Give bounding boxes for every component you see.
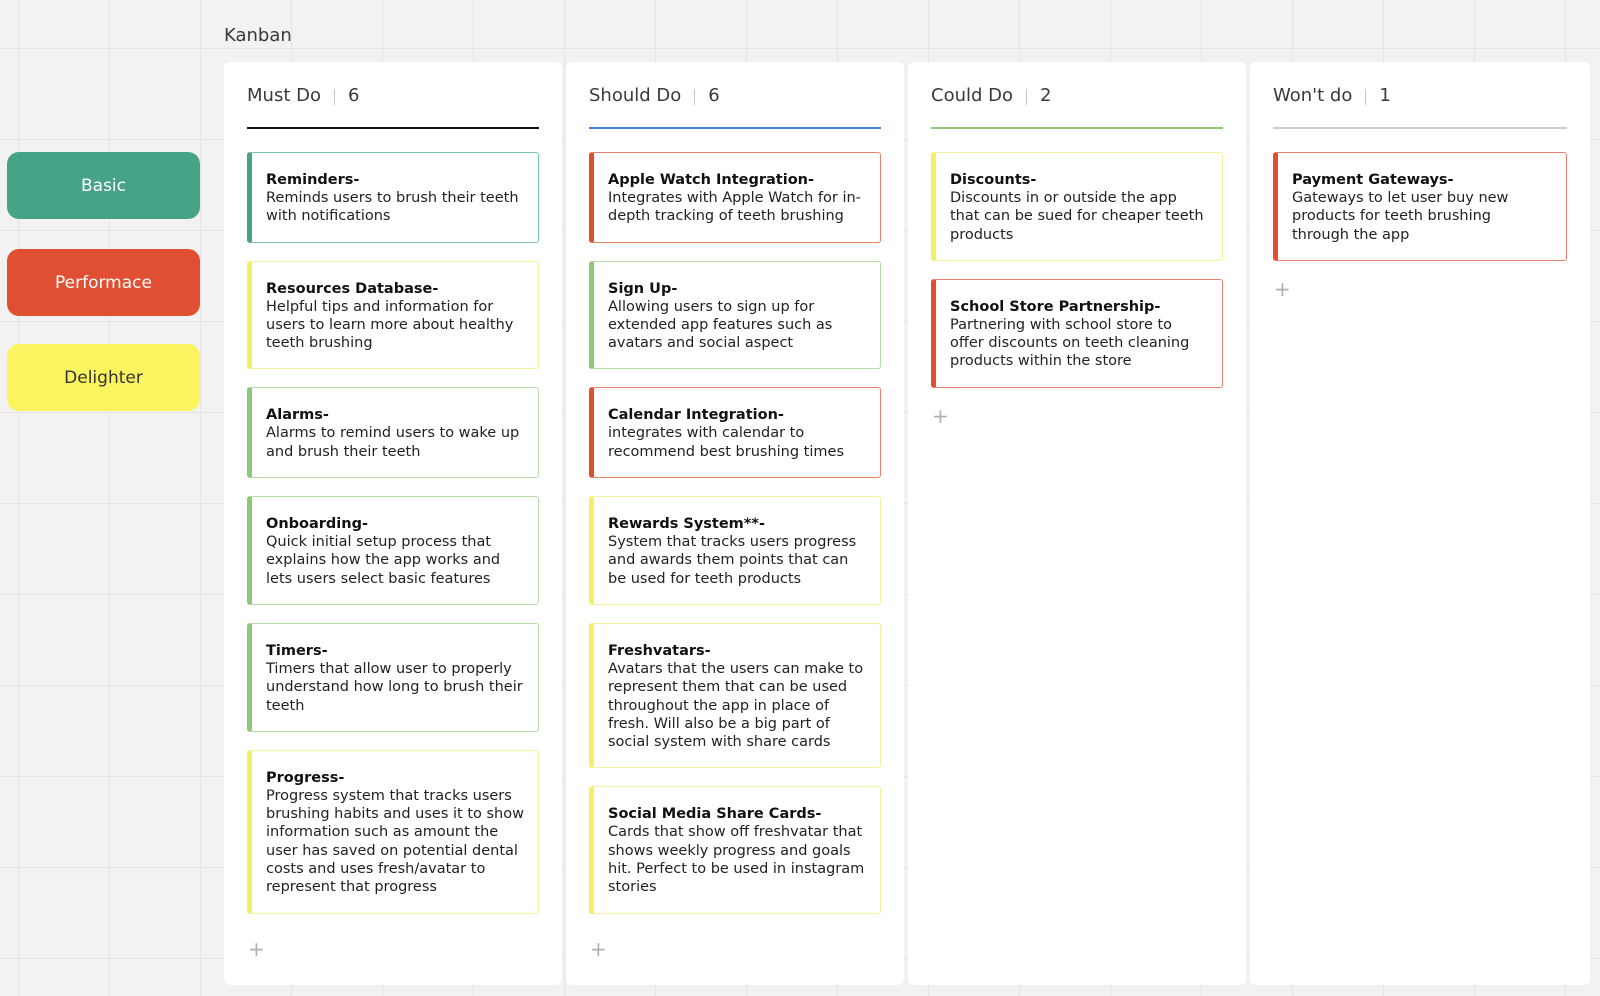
column-won-t-do: Won't do 1 Payment Gateways- Gateways to le… (1250, 62, 1590, 985)
add-card-icon[interactable]: + (248, 939, 265, 959)
kanban-card[interactable]: Rewards System**- System that tracks user… (589, 496, 881, 605)
card-description: Gateways to let user buy new products fo… (1292, 190, 1509, 243)
kanban-board: Must Do 6 Reminders- Reminds users to brush… (224, 62, 1590, 985)
card-description: Reminds users to brush their teeth with … (266, 190, 519, 225)
kanban-card[interactable]: Alarms- Alarms to remind users to wake up… (247, 387, 539, 479)
column-must-do: Must Do 6 Reminders- Reminds users to brush… (224, 62, 562, 985)
card-title: Payment Gateways- (1292, 172, 1454, 188)
column-title-divider (694, 89, 696, 105)
card-description: Allowing users to sign up for extended a… (608, 298, 833, 352)
card-description: Avatars that the users can make to repre… (608, 660, 864, 751)
card-description: Quick initial setup process that explain… (266, 534, 501, 587)
kanban-card[interactable]: Progress- Progress system that tracks use… (247, 749, 539, 914)
card-title: Sign Up- (608, 280, 678, 297)
card-description: Progress system that tracks users brushi… (266, 787, 524, 896)
legend-delighter-sticky[interactable]: Delighter (7, 344, 200, 411)
card-title: Apple Watch Integration- (608, 172, 814, 188)
kanban-card[interactable]: Sign Up- Allowing users to sign up for ex… (589, 260, 881, 370)
column-header[interactable]: Won't do 1 (1273, 82, 1567, 129)
add-card-button[interactable]: + (931, 406, 1223, 427)
card-list: Discounts- Discounts in or outside the ap… (931, 152, 1223, 427)
kanban-card[interactable]: Resources Database- Helpful tips and info… (247, 260, 539, 370)
kanban-card[interactable]: School Store Partnership- Partnering with… (931, 278, 1223, 388)
card-title: School Store Partnership- (950, 298, 1161, 315)
kanban-card[interactable]: Freshvatars- Avatars that the users can m… (589, 622, 881, 769)
card-title: Timers- (266, 642, 328, 659)
column-title: Should Do (589, 85, 682, 106)
column-title-divider (333, 89, 335, 105)
add-card-icon[interactable]: + (932, 406, 949, 426)
kanban-card[interactable]: Calendar Integration-integrates with cal… (589, 387, 881, 479)
add-card-button[interactable]: + (589, 939, 607, 960)
card-title: Resources Database- (266, 280, 439, 297)
add-card-button[interactable]: + (247, 939, 265, 960)
legend: Basic Performace Delighter (7, 152, 200, 441)
column-card-count: 6 (347, 85, 360, 106)
column-header[interactable]: Must Do 6 (247, 82, 539, 129)
column-could-do: Could Do 2 Discounts- Discounts in or outsi… (908, 62, 1246, 985)
legend-performance-sticky[interactable]: Performace (7, 249, 200, 316)
kanban-card[interactable]: Apple Watch Integration- Integrates with … (589, 152, 881, 243)
card-title: Progress- (266, 769, 345, 786)
column-card-count: 2 (1040, 85, 1052, 106)
column-card-count: 1 (1379, 85, 1391, 106)
card-title: Alarms- (266, 407, 329, 424)
card-title: Onboarding- (266, 516, 368, 533)
kanban-card[interactable]: Payment Gateways- Gateways to let user bu… (1273, 152, 1567, 261)
column-card-count: 6 (708, 85, 720, 106)
card-list: Payment Gateways- Gateways to let user bu… (1273, 152, 1567, 300)
kanban-card[interactable]: Timers- Timers that allow user to properl… (247, 622, 539, 732)
card-description: integrates with calendar to recommend be… (608, 425, 845, 460)
card-title: Freshvatars- (608, 642, 711, 659)
column-header[interactable]: Should Do 6 (589, 82, 881, 129)
card-title: Discounts- (950, 172, 1037, 188)
kanban-card[interactable]: Discounts- Discounts in or outside the ap… (931, 152, 1223, 261)
column-title: Must Do (247, 85, 321, 106)
card-list: Apple Watch Integration- Integrates with … (589, 152, 881, 932)
card-description: Cards that show off freshvatar that show… (608, 824, 865, 896)
add-card-icon[interactable]: + (590, 939, 607, 959)
card-description: System that tracks users progress and aw… (608, 534, 857, 587)
add-card-icon[interactable]: + (1274, 279, 1291, 299)
add-card-button[interactable]: + (1273, 279, 1567, 300)
column-title: Won't do (1273, 85, 1353, 106)
card-title: Calendar Integration- (608, 407, 784, 424)
card-description: Partnering with school store to offer di… (950, 316, 1190, 370)
card-description: Helpful tips and information for users t… (266, 298, 514, 352)
kanban-card[interactable]: Reminders- Reminds users to brush their t… (247, 152, 539, 243)
card-description: Alarms to remind users to wake up and br… (266, 425, 520, 460)
kanban-card[interactable]: Social Media Share Cards- Cards that show… (589, 786, 881, 914)
column-title-divider (1026, 89, 1028, 105)
card-list: Reminders- Reminds users to brush their t… (247, 152, 539, 932)
column-header[interactable]: Could Do 2 (931, 82, 1223, 129)
column-should-do: Should Do 6 Apple Watch Integration- Integr… (566, 62, 904, 985)
card-title: Social Media Share Cards- (608, 806, 822, 823)
card-title: Rewards System**- (608, 516, 765, 533)
card-description: Discounts in or outside the app that can… (950, 190, 1204, 243)
column-title: Could Do (931, 85, 1014, 106)
board-title: Kanban (224, 25, 292, 46)
card-title: Reminders- (266, 172, 360, 188)
kanban-card[interactable]: Onboarding- Quick initial setup process t… (247, 496, 539, 605)
card-description: Timers that allow user to properly under… (266, 660, 523, 714)
column-title-divider (1365, 89, 1367, 105)
card-description: Integrates with Apple Watch for in-depth… (608, 190, 861, 225)
legend-basic-sticky[interactable]: Basic (7, 152, 200, 219)
